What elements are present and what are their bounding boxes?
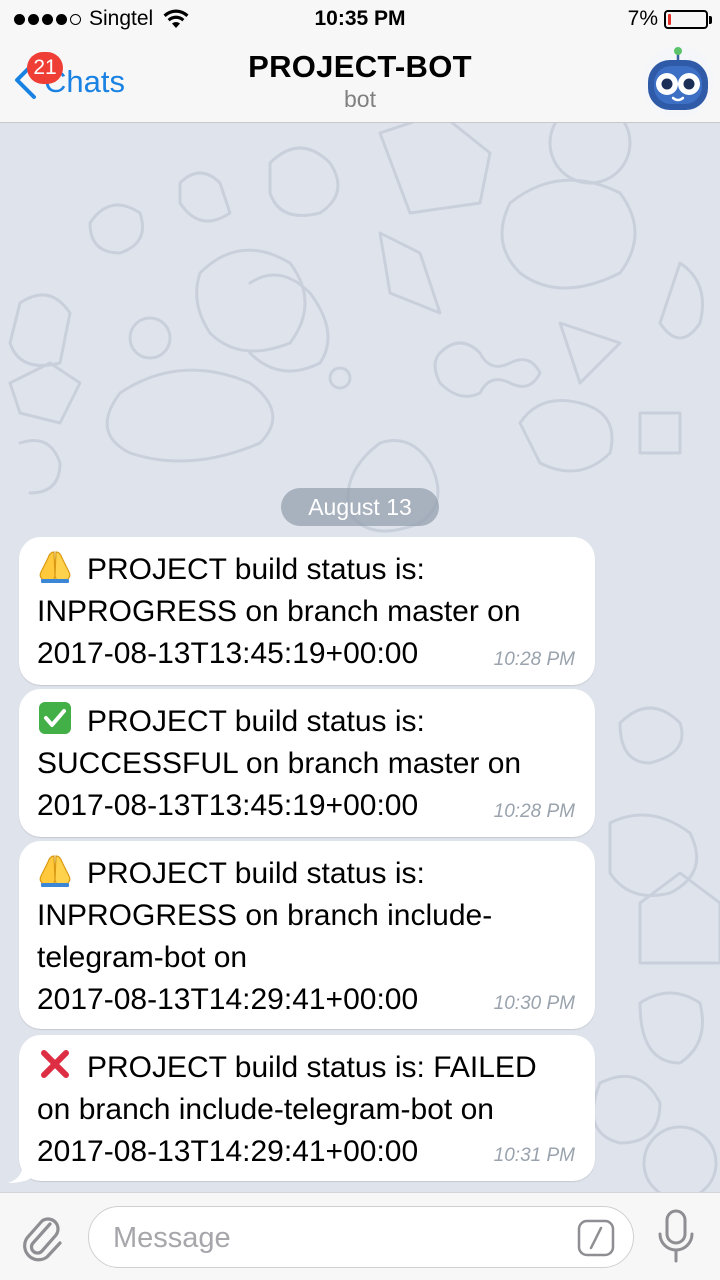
message-bubble[interactable]: PROJECT build status is: INPROGRESS on b… (19, 537, 595, 685)
date-separator: August 13 (281, 488, 439, 526)
message-bubble[interactable]: PROJECT build status is: FAILED on branc… (19, 1035, 595, 1181)
message-list[interactable]: August 13 PROJECT build status is: INPRO… (0, 123, 720, 1192)
folded-hands-icon (39, 551, 71, 583)
chat-subtitle: bot (344, 86, 376, 112)
telegram-chat-screen: Singtel 10:35 PM 7% Chats 21 PROJECT-BOT… (0, 0, 720, 1280)
chat-header: Chats 21 PROJECT-BOT bot (0, 40, 720, 123)
status-bar: Singtel 10:35 PM 7% (0, 0, 720, 40)
message-time: 10:30 PM (493, 993, 575, 1014)
folded-hands-icon (39, 855, 71, 887)
battery-level-fill (668, 13, 671, 25)
message-body: PROJECT build status is: INPROGRESS on b… (37, 553, 521, 670)
status-right: 7% (627, 7, 712, 31)
message-body: PROJECT build status is: SUCCESSFUL on b… (37, 705, 522, 822)
message-body: PROJECT build status is: FAILED on branc… (37, 1051, 537, 1168)
message-time: 10:31 PM (493, 1145, 575, 1166)
chat-title[interactable]: PROJECT-BOT (0, 49, 720, 85)
microphone-icon[interactable] (656, 1208, 696, 1264)
message-bubble[interactable]: PROJECT build status is: INPROGRESS on b… (19, 841, 595, 1029)
message-composer (0, 1192, 720, 1280)
bot-command-icon[interactable] (577, 1219, 615, 1257)
message-time: 10:28 PM (493, 801, 575, 822)
paperclip-icon[interactable] (20, 1212, 64, 1262)
bot-avatar[interactable] (642, 46, 714, 118)
cross-mark-icon (41, 1050, 69, 1078)
message-bubble[interactable]: PROJECT build status is: SUCCESSFUL on b… (19, 689, 595, 837)
message-field[interactable] (88, 1206, 634, 1268)
battery-icon (664, 9, 712, 29)
message-input[interactable] (111, 1217, 565, 1259)
clock: 10:35 PM (314, 7, 406, 30)
check-mark-button-icon (39, 702, 71, 734)
battery-percent: 7% (627, 7, 658, 30)
robot-avatar-icon (642, 46, 714, 118)
message-time: 10:28 PM (493, 649, 575, 670)
message-body: PROJECT build status is: INPROGRESS on b… (37, 857, 493, 1016)
bubble-tail (8, 1155, 36, 1183)
